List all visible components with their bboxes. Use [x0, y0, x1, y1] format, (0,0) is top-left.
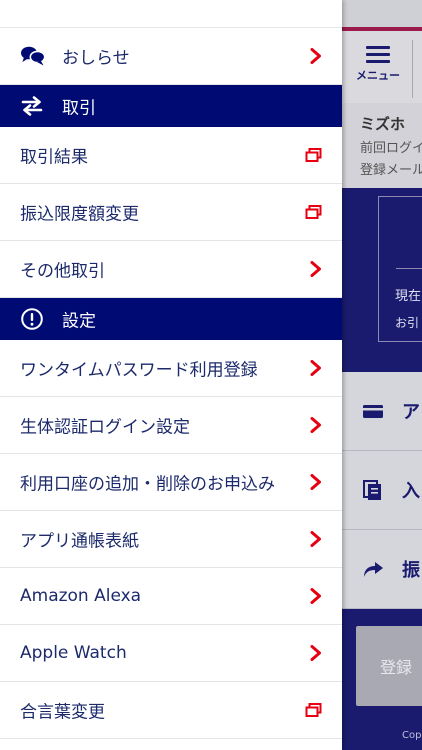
- chevron-right-icon: [310, 474, 321, 490]
- register-button[interactable]: 登録: [356, 626, 422, 706]
- copy-docs-icon: [362, 479, 384, 501]
- section-header-settings: 設定: [0, 298, 342, 340]
- menu-item-passphrase-change[interactable]: 合言葉変更: [0, 682, 342, 739]
- external-window-icon: [305, 205, 322, 219]
- bank-name: ミズホ: [360, 115, 406, 133]
- exclamation-circle-icon: [21, 308, 43, 330]
- menu-item-label: 取引結果: [20, 147, 88, 168]
- register-button-label: 登録: [380, 658, 413, 677]
- section-header-transactions: 取引: [0, 85, 342, 127]
- list-item-text: ア: [402, 402, 420, 423]
- menu-item-label: 合言葉変更: [20, 702, 105, 723]
- menu-item-label: アプリ通帳表紙: [20, 531, 139, 552]
- external-window-icon: [305, 703, 322, 717]
- chevron-right-icon: [310, 48, 321, 64]
- external-window-icon: [305, 148, 322, 162]
- card-icon: [362, 400, 384, 422]
- menu-item-account-add-remove[interactable]: 利用口座の追加・削除のお申込み: [0, 454, 342, 511]
- registered-email-text: 登録メール: [360, 163, 422, 178]
- menu-item-label: 生体認証ログイン設定: [20, 417, 190, 438]
- login-info: ミズホ 前回ログイ 登録メール: [342, 103, 422, 188]
- section-title: 設定: [62, 311, 96, 332]
- chevron-right-icon: [310, 360, 321, 376]
- menu-item-apple-watch[interactable]: Apple Watch: [0, 625, 342, 682]
- withdrawable-label: お引: [395, 316, 420, 330]
- section-title: 取引: [62, 98, 96, 119]
- menu-item-amazon-alexa[interactable]: Amazon Alexa: [0, 568, 342, 625]
- menu-item-other-transactions[interactable]: その他取引: [0, 241, 342, 298]
- chevron-right-icon: [310, 261, 321, 277]
- menu-item-otp-registration[interactable]: ワンタイムパスワード利用登録: [0, 340, 342, 397]
- menu-item-label: その他取引: [20, 261, 105, 282]
- menu-item-label: Apple Watch: [20, 643, 127, 663]
- background-clip: ミズホ 前回ログイ 登録メール 現在 お引 ア 入 振 登録 Cop: [342, 0, 422, 750]
- menu-item-label: 利用口座の追加・削除のお申込み: [20, 474, 275, 495]
- list-item[interactable]: 入: [342, 451, 422, 530]
- menu-item-transaction-results[interactable]: 取引結果: [0, 127, 342, 184]
- navigation-drawer: おしらせ 取引 取引結果 振込限度額変更 その他取引 設定 ワンタイムパスワード…: [0, 0, 342, 750]
- copyright-text: Cop: [402, 730, 422, 741]
- chevron-right-icon: [310, 531, 321, 547]
- menu-item-label: ワンタイムパスワード利用登録: [20, 360, 258, 381]
- chevron-right-icon: [310, 645, 321, 661]
- swap-arrows-icon: [21, 96, 43, 116]
- balance-box: 現在 お引: [378, 196, 422, 342]
- menu-item-transfer-limit[interactable]: 振込限度額変更: [0, 184, 342, 241]
- list-item[interactable]: ア: [342, 372, 422, 451]
- menu-item-news[interactable]: おしらせ: [0, 28, 342, 85]
- last-login-text: 前回ログイ: [360, 141, 422, 156]
- menu-item-passbook-cover[interactable]: アプリ通帳表紙: [0, 511, 342, 568]
- chevron-right-icon: [310, 417, 321, 433]
- balance-label: 現在: [395, 289, 422, 304]
- chat-bubbles-icon: [20, 45, 46, 67]
- menu-item-label: おしらせ: [62, 48, 130, 69]
- list-item-text: 振: [402, 560, 420, 581]
- menu-item-biometric-login[interactable]: 生体認証ログイン設定: [0, 397, 342, 454]
- drawer-top-strip: [0, 0, 342, 28]
- balance-divider: [396, 268, 422, 269]
- list-item[interactable]: 振: [342, 530, 422, 609]
- chevron-right-icon: [310, 588, 321, 604]
- share-arrow-icon: [362, 558, 384, 580]
- list-item-text: 入: [402, 481, 420, 502]
- menu-item-label: Amazon Alexa: [20, 586, 142, 606]
- menu-item-label: 振込限度額変更: [20, 204, 139, 225]
